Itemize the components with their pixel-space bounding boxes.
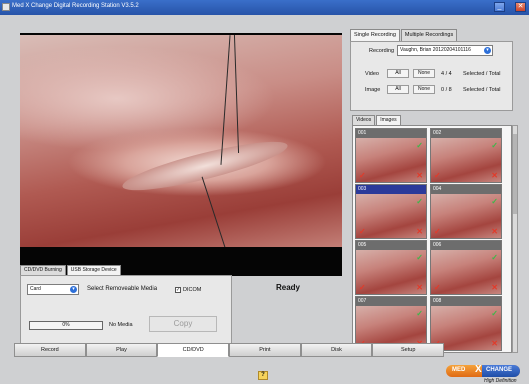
- thumbnail-number: 007: [356, 297, 426, 306]
- recording-select[interactable]: Vaughn, Brian 20120204101116 ▾: [397, 45, 493, 56]
- logo-text-x: X: [475, 364, 482, 375]
- video-all-button[interactable]: All: [387, 69, 409, 78]
- image-label: Image: [365, 87, 381, 93]
- checkmark-icon[interactable]: ✓: [416, 141, 423, 150]
- checkmark-icon[interactable]: ✓: [434, 227, 441, 236]
- logo-text-left: MED: [452, 367, 466, 373]
- record-button[interactable]: Record: [14, 343, 86, 357]
- recording-label: Recording: [369, 48, 395, 54]
- suture-line: [233, 35, 240, 153]
- thumbnail-number: 001: [356, 129, 426, 138]
- checkmark-icon[interactable]: ✓: [491, 141, 498, 150]
- cross-icon[interactable]: ✕: [491, 227, 498, 236]
- recording-tabs: Single Recording Multiple Recordings: [350, 29, 458, 41]
- tab-multiple-recordings[interactable]: Multiple Recordings: [400, 29, 458, 41]
- status-text: Ready: [275, 283, 300, 292]
- tab-usb-storage-device[interactable]: USB Storage Device: [66, 265, 121, 275]
- scrollbar-thumb[interactable]: [513, 134, 517, 214]
- cross-icon[interactable]: ✕: [491, 171, 498, 180]
- medxchange-logo: MED X CHANGE High Definition: [446, 363, 522, 384]
- video-none-button[interactable]: None: [413, 69, 435, 78]
- thumbnail-item[interactable]: 001 ✓ ✕ ✓: [355, 128, 427, 183]
- logo-tagline: High Definition: [484, 378, 517, 384]
- removable-media-select[interactable]: Card ▾: [27, 284, 79, 295]
- checkmark-icon[interactable]: ✓: [416, 309, 423, 318]
- tab-images[interactable]: Images: [376, 115, 401, 125]
- cross-icon[interactable]: ✕: [416, 283, 423, 292]
- checkmark-icon[interactable]: ✓: [491, 197, 498, 206]
- dropdown-icon: ▾: [70, 286, 77, 293]
- dropdown-icon: ▾: [484, 47, 491, 54]
- checkmark-icon[interactable]: ✓: [434, 171, 441, 180]
- cross-icon[interactable]: ✕: [491, 283, 498, 292]
- checkmark-icon[interactable]: ✓: [359, 227, 366, 236]
- copy-button[interactable]: Copy: [149, 316, 217, 332]
- device-value: Card: [30, 286, 41, 292]
- export-tabs: CD/DVD Burning USB Storage Device: [20, 265, 121, 275]
- surgical-video-feed: [20, 35, 342, 247]
- checkmark-icon[interactable]: ✓: [359, 283, 366, 292]
- suture-line: [220, 35, 231, 165]
- thumbnail-scrollbar[interactable]: [512, 125, 518, 353]
- main-window: Single Recording Multiple Recordings Rec…: [0, 15, 529, 384]
- disk-button[interactable]: Disk: [300, 343, 373, 357]
- checkmark-icon[interactable]: ✓: [491, 309, 498, 318]
- image-all-button[interactable]: All: [387, 85, 409, 94]
- video-preview: [20, 33, 342, 276]
- main-nav: Record Play CD/DVD Print Disk Setup: [14, 343, 445, 357]
- help-icon[interactable]: ?: [258, 371, 268, 380]
- thumbnail-number: 005: [356, 241, 426, 250]
- image-none-button[interactable]: None: [413, 85, 435, 94]
- image-selected-total-label: Selected / Total: [463, 87, 501, 93]
- thumbnail-number: 004: [431, 185, 501, 194]
- thumbnail-item[interactable]: 002 ✓ ✕ ✓: [430, 128, 502, 183]
- cross-icon[interactable]: ✕: [491, 339, 498, 348]
- no-media-label: No Media: [109, 322, 133, 328]
- thumbnail-number: 002: [431, 129, 501, 138]
- video-label: Video: [365, 71, 379, 77]
- close-icon[interactable]: ✕: [515, 2, 526, 12]
- video-count: 4 / 4: [441, 71, 452, 77]
- tab-videos[interactable]: Videos: [352, 115, 376, 125]
- thumbnail-item[interactable]: 004 ✓ ✕ ✓: [430, 184, 502, 239]
- dicom-checkbox[interactable]: ✓: [175, 287, 181, 293]
- tab-cd-dvd-burning[interactable]: CD/DVD Burning: [20, 265, 66, 275]
- checkmark-icon[interactable]: ✓: [416, 197, 423, 206]
- recording-value: Vaughn, Brian 20120204101116: [400, 47, 471, 53]
- setup-button[interactable]: Setup: [372, 343, 445, 357]
- title-bar: Med X Change Digital Recording Station V…: [0, 0, 529, 15]
- media-tabs: Videos Images: [352, 115, 401, 125]
- video-selected-total-label: Selected / Total: [463, 71, 501, 77]
- cd-dvd-button[interactable]: CD/DVD: [157, 343, 230, 357]
- image-count: 0 / 8: [441, 87, 452, 93]
- tab-single-recording[interactable]: Single Recording: [350, 29, 400, 41]
- recording-panel: Recording Vaughn, Brian 20120204101116 ▾…: [350, 41, 513, 111]
- app-icon: [2, 3, 10, 11]
- dicom-label: DICOM: [183, 287, 202, 293]
- thumbnail-item[interactable]: 003 ✓ ✕ ✓: [355, 184, 427, 239]
- thumbnail-item[interactable]: 006 ✓ ✕ ✓: [430, 240, 502, 295]
- play-button[interactable]: Play: [85, 343, 158, 357]
- thumbnail-grid: 001 ✓ ✕ ✓ 002 ✓ ✕ ✓ 003 ✓ ✕ ✓ 004 ✓ ✕ ✓ …: [352, 125, 512, 353]
- minimize-icon[interactable]: _: [494, 2, 505, 12]
- checkmark-icon[interactable]: ✓: [416, 253, 423, 262]
- window-title: Med X Change Digital Recording Station V…: [12, 3, 139, 9]
- checkmark-icon[interactable]: ✓: [434, 283, 441, 292]
- thumbnail-number: 008: [431, 297, 501, 306]
- select-media-label: Select Removeable Media: [87, 286, 158, 292]
- copy-progress-bar: 0%: [29, 321, 103, 330]
- checkmark-icon[interactable]: ✓: [491, 253, 498, 262]
- cross-icon[interactable]: ✕: [416, 171, 423, 180]
- logo-text-right: CHANGE: [486, 367, 513, 373]
- thumbnail-number: 006: [431, 241, 501, 250]
- thumbnail-number: 003: [356, 185, 426, 194]
- thumbnail-item[interactable]: 005 ✓ ✕ ✓: [355, 240, 427, 295]
- cross-icon[interactable]: ✕: [416, 227, 423, 236]
- suture-line: [201, 176, 226, 247]
- print-button[interactable]: Print: [229, 343, 301, 357]
- checkmark-icon[interactable]: ✓: [359, 171, 366, 180]
